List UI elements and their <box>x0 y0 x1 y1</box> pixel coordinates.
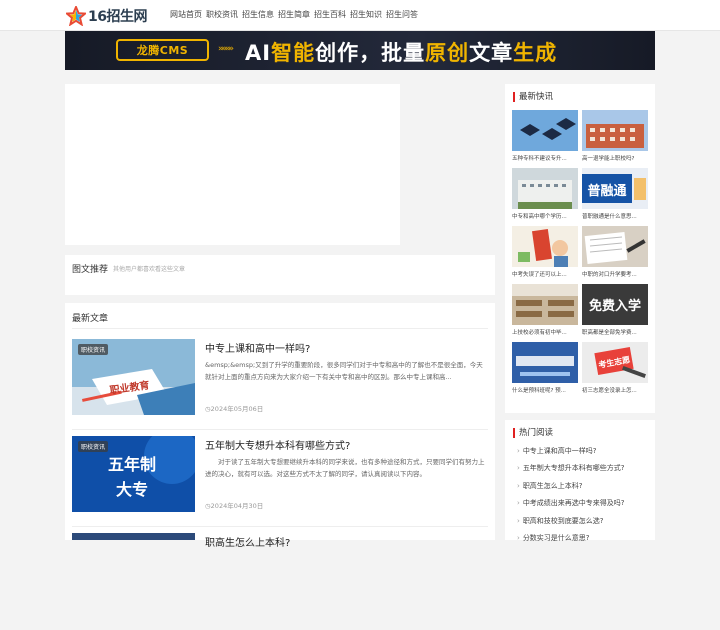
news-image <box>512 110 578 151</box>
nav-item-brochure[interactable]: 招生简章 <box>278 9 310 20</box>
banner-arrows-icon: »»»» <box>218 44 234 54</box>
divider <box>72 526 488 527</box>
news-image: 考生志愿 <box>582 342 648 383</box>
news-card[interactable]: 什么是预科班呢? 预... <box>512 342 578 396</box>
nav-item-info[interactable]: 招生信息 <box>242 9 274 20</box>
article-item[interactable]: 职高生怎么上本科? <box>72 533 488 630</box>
news-card[interactable]: 考生志愿 初三志愿全没录上怎... <box>582 342 648 396</box>
news-caption[interactable]: 中考失误了还可以上... <box>512 270 578 278</box>
ad-banner[interactable]: 龙腾CMS »»»» AI智能创作，批量原创文章生成 <box>65 31 655 70</box>
divider <box>72 429 488 430</box>
news-caption[interactable]: 上技校必须有初中毕... <box>512 328 578 336</box>
article-date: ◷2024年04月30日 <box>205 502 264 510</box>
news-caption[interactable]: 什么是预科班呢? 预... <box>512 386 578 394</box>
news-sidebar: 最新快讯 五种专科不建议专升... 高一退学能上职校吗? 中专和高中哪个学历..… <box>505 84 655 413</box>
site-logo[interactable]: 16招生网 <box>66 5 147 27</box>
sidebar-title: 最新快讯 <box>513 92 553 102</box>
news-caption[interactable]: 职高都是全部免学费... <box>582 328 648 336</box>
svg-text:大专: 大专 <box>116 480 148 499</box>
main-nav: 网站首页 职校资讯 招生信息 招生简章 招生百科 招生知识 招生问答 <box>170 9 418 20</box>
news-caption[interactable]: 高一退学能上职校吗? <box>582 154 648 162</box>
article-date: ◷2024年05月06日 <box>205 405 264 413</box>
article-item[interactable]: 职业教育 职校资讯 中专上课和高中一样吗? &emsp;&emsp;又到了升学的… <box>72 339 488 436</box>
news-image: 普融通 <box>582 168 648 209</box>
category-tag[interactable]: 职校资讯 <box>78 344 109 355</box>
logo-star-icon <box>66 6 86 26</box>
latest-articles: 最新文章 职业教育 职校资讯 中专上课和高中一样吗? &emsp;&emsp;又… <box>65 303 495 549</box>
hot-title: 热门阅读 <box>513 428 553 438</box>
svg-text:普融通: 普融通 <box>587 183 626 199</box>
svg-text:五年制: 五年制 <box>108 455 156 474</box>
list-item[interactable]: 职高和技校到底要怎么选? <box>517 516 625 533</box>
news-image <box>512 226 578 267</box>
news-image: 免费入学 <box>582 284 648 325</box>
news-card[interactable]: 高一退学能上职校吗? <box>582 110 648 164</box>
category-tag[interactable]: 职校资讯 <box>78 441 109 452</box>
logo-text: 16招生网 <box>88 9 147 25</box>
article-excerpt: &emsp;&emsp;又到了升学的重要阶段，很多同学们对于中专和高中的了解也不… <box>205 361 483 381</box>
news-image <box>512 168 578 209</box>
featured-section: 图文推荐 其他用户都喜欢看这些文章 <box>65 255 495 295</box>
news-image <box>582 226 648 267</box>
divider <box>72 328 488 329</box>
article-thumbnail[interactable]: 五年制 大专 职校资讯 <box>72 436 195 512</box>
nav-item-knowledge[interactable]: 招生知识 <box>350 9 382 20</box>
article-title[interactable]: 五年制大专想升本科有哪些方式? <box>205 437 350 452</box>
latest-title: 最新文章 <box>72 314 109 324</box>
banner-brand: 龙腾CMS <box>116 39 209 61</box>
list-item[interactable]: 中专上课和高中一样吗? <box>517 446 625 463</box>
article-title[interactable]: 中专上课和高中一样吗? <box>205 340 310 355</box>
article-title[interactable]: 职高生怎么上本科? <box>205 534 290 549</box>
nav-item-home[interactable]: 网站首页 <box>170 9 202 20</box>
hot-list: 中专上课和高中一样吗? 五年制大专想升本科有哪些方式? 职高生怎么上本科? 中考… <box>517 446 625 550</box>
news-card[interactable]: 免费入学 职高都是全部免学费... <box>582 284 648 338</box>
banner-headline: AI智能创作，批量原创文章生成 <box>245 41 558 65</box>
nav-item-news[interactable]: 职校资讯 <box>206 9 238 20</box>
news-card[interactable]: 五种专科不建议专升... <box>512 110 578 164</box>
nav-item-wiki[interactable]: 招生百科 <box>314 9 346 20</box>
featured-subtitle: 其他用户都喜欢看这些文章 <box>113 266 186 273</box>
news-caption[interactable]: 普职融通是什么意思... <box>582 212 648 220</box>
article-excerpt: 对于读了五年制大专想要继续升本科的同学来说，也有多种途径和方式，只要同学们有努力… <box>205 458 485 478</box>
hot-reading: 热门阅读 中专上课和高中一样吗? 五年制大专想升本科有哪些方式? 职高生怎么上本… <box>505 420 655 542</box>
article-thumbnail[interactable]: 职业教育 职校资讯 <box>72 339 195 415</box>
list-item[interactable]: 中考成绩出来再选中专来得及吗? <box>517 498 625 515</box>
news-image <box>512 342 578 383</box>
news-caption[interactable]: 五种专科不建议专升... <box>512 154 578 162</box>
ad-placeholder <box>65 84 400 245</box>
news-caption[interactable]: 初三志愿全没录上怎... <box>582 386 648 394</box>
svg-text:免费入学: 免费入学 <box>589 298 641 314</box>
news-card[interactable]: 中考失误了还可以上... <box>512 226 578 280</box>
news-caption[interactable]: 中职的对口升学要考... <box>582 270 648 278</box>
featured-title: 图文推荐 <box>72 265 109 275</box>
news-card[interactable]: 中职的对口升学要考... <box>582 226 648 280</box>
news-card[interactable]: 普融通 普职融通是什么意思... <box>582 168 648 222</box>
news-card[interactable]: 中专和高中哪个学历... <box>512 168 578 222</box>
nav-item-qa[interactable]: 招生问答 <box>386 9 418 20</box>
news-image <box>512 284 578 325</box>
news-image <box>582 110 648 151</box>
list-item[interactable]: 分数实习是什么意思? <box>517 533 625 550</box>
top-header: 16招生网 网站首页 职校资讯 招生信息 招生简章 招生百科 招生知识 招生问答 <box>0 0 720 31</box>
article-item[interactable]: 五年制 大专 职校资讯 五年制大专想升本科有哪些方式? 对于读了五年制大专想要继… <box>72 436 488 533</box>
news-caption[interactable]: 中专和高中哪个学历... <box>512 212 578 220</box>
article-thumbnail[interactable] <box>72 533 195 540</box>
list-item[interactable]: 五年制大专想升本科有哪些方式? <box>517 463 625 480</box>
news-card[interactable]: 上技校必须有初中毕... <box>512 284 578 338</box>
list-item[interactable]: 职高生怎么上本科? <box>517 481 625 498</box>
